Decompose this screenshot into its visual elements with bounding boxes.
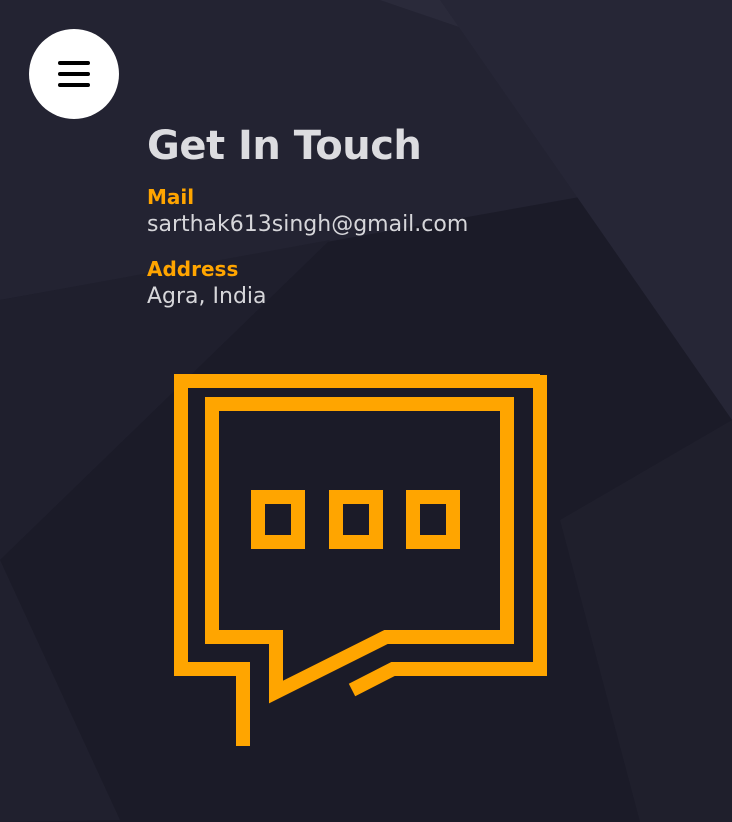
contact-section: Get In Touch Mail sarthak613singh@gmail.… [147, 120, 468, 312]
mail-value: sarthak613singh@gmail.com [147, 212, 469, 237]
hamburger-icon [58, 61, 90, 87]
mail-label: Mail [147, 185, 195, 209]
address-value: Agra, India [147, 284, 267, 309]
chat-bubble-icon [174, 374, 547, 746]
address-label: Address [147, 257, 239, 281]
page-title: Get In Touch [147, 123, 422, 169]
menu-button[interactable] [29, 29, 119, 119]
